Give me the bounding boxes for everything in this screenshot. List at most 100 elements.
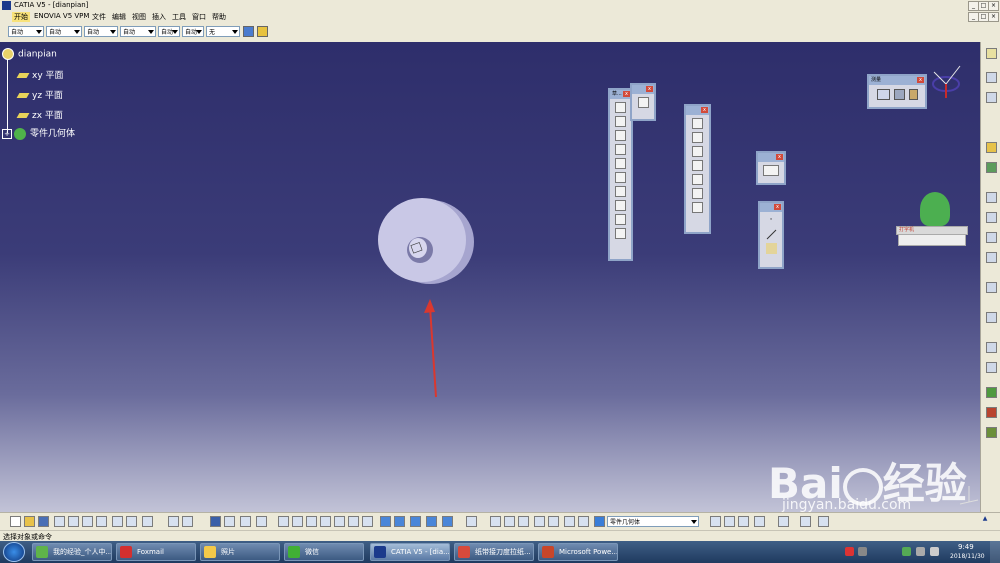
tool-icon[interactable] <box>986 92 997 103</box>
measure-between-icon[interactable] <box>877 89 890 100</box>
doc-close-button[interactable]: × <box>988 12 999 22</box>
grid-icon[interactable] <box>986 232 997 243</box>
typing-widget-buttons[interactable] <box>898 234 966 246</box>
layer-combo[interactable]: 无 <box>206 26 240 37</box>
menu-help[interactable]: 帮助 <box>212 12 226 22</box>
tray-icon[interactable] <box>916 547 925 556</box>
measure-inertia-icon[interactable] <box>909 89 918 100</box>
menu-tools[interactable]: 工具 <box>172 12 186 22</box>
toolbar-close-button[interactable]: x <box>776 154 783 160</box>
tree-root[interactable]: dianpian <box>2 48 57 60</box>
comment-icon[interactable] <box>182 516 193 527</box>
taskbar-button[interactable]: Microsoft Powe... <box>538 543 618 561</box>
rotate-icon[interactable] <box>320 516 331 527</box>
formula-icon[interactable] <box>168 516 179 527</box>
tool-icon[interactable] <box>986 342 997 353</box>
toolbar-close-button[interactable]: x <box>701 107 708 113</box>
redo-icon[interactable] <box>126 516 137 527</box>
pad-icon[interactable] <box>615 116 626 127</box>
sketch-icon[interactable] <box>615 102 626 113</box>
zoom-in-icon[interactable] <box>334 516 345 527</box>
tree-item-zx-plane[interactable]: zx 平面 <box>16 108 63 121</box>
tool-icon[interactable] <box>724 516 735 527</box>
new-icon[interactable] <box>10 516 21 527</box>
menu-start[interactable]: 开始 <box>12 12 30 22</box>
edge-fillet-icon[interactable] <box>692 118 703 129</box>
tool-icon[interactable] <box>754 516 765 527</box>
draft-icon[interactable] <box>692 146 703 157</box>
apply-material-icon[interactable] <box>763 165 779 176</box>
remove-face-icon[interactable] <box>692 202 703 213</box>
cut-icon[interactable] <box>68 516 79 527</box>
tool-icon[interactable] <box>256 516 267 527</box>
tool-icon[interactable] <box>710 516 721 527</box>
expand-icon[interactable]: + <box>2 128 12 139</box>
tool-icon[interactable] <box>738 516 749 527</box>
paste-icon[interactable] <box>96 516 107 527</box>
tool-icon[interactable] <box>986 212 997 223</box>
tool-icon[interactable] <box>224 516 235 527</box>
taskbar-button[interactable]: 我的经验_个人中... <box>32 543 112 561</box>
view-icon[interactable] <box>410 516 421 527</box>
compass-icon[interactable] <box>926 62 968 102</box>
print-icon[interactable] <box>54 516 65 527</box>
tool-icon[interactable] <box>986 72 997 83</box>
taskbar-button[interactable]: Foxmail <box>116 543 196 561</box>
tool-icon[interactable] <box>986 192 997 203</box>
line-icon[interactable] <box>766 229 777 240</box>
tool-icon[interactable] <box>986 282 997 293</box>
open-icon[interactable] <box>24 516 35 527</box>
line-weight-combo[interactable]: 自动 <box>84 26 118 37</box>
line-type-combo[interactable]: 自动 <box>120 26 156 37</box>
start-button[interactable] <box>3 542 25 562</box>
tree-item-xy-plane[interactable]: xy 平面 <box>16 68 64 81</box>
toolbar-close-button[interactable]: x <box>623 91 630 97</box>
menu-window[interactable]: 窗口 <box>192 12 206 22</box>
body-selector-combo[interactable]: 零件几何体 <box>607 516 699 527</box>
measure-item-icon[interactable] <box>894 89 905 100</box>
3d-viewport[interactable]: dianpian xy 平面 yz 平面 zx 平面 + 零件几何体 草... x … <box>0 42 980 512</box>
tool-icon[interactable] <box>240 516 251 527</box>
menu-view[interactable]: 视图 <box>132 12 146 22</box>
show-desktop-button[interactable] <box>990 541 1000 563</box>
loft-icon[interactable] <box>615 228 626 239</box>
tool-icon[interactable] <box>800 516 811 527</box>
taskbar-button[interactable]: 照片 <box>200 543 280 561</box>
tool-icon[interactable] <box>778 516 789 527</box>
tree-item-part-body[interactable]: + 零件几何体 <box>2 126 75 140</box>
volume-icon[interactable] <box>930 547 939 556</box>
menu-edit[interactable]: 编辑 <box>112 12 126 22</box>
tree-item-yz-plane[interactable]: yz 平面 <box>16 88 63 101</box>
shaft-icon[interactable] <box>615 144 626 155</box>
tool-icon[interactable] <box>534 516 545 527</box>
rib-icon[interactable] <box>615 186 626 197</box>
tool-icon[interactable] <box>986 362 997 373</box>
catalog-icon[interactable] <box>210 516 221 527</box>
color-combo[interactable]: 自动 <box>8 26 44 37</box>
shell-icon[interactable] <box>692 160 703 171</box>
tool-icon[interactable] <box>564 516 575 527</box>
tray-icon[interactable] <box>858 547 867 556</box>
tray-icon[interactable] <box>902 547 911 556</box>
view-icon[interactable] <box>380 516 391 527</box>
chamfer-icon[interactable] <box>692 132 703 143</box>
taskbar-button[interactable]: CATIA V5 - [dia... <box>370 543 450 561</box>
view-icon[interactable] <box>442 516 453 527</box>
transparency-combo[interactable]: 自动 <box>46 26 82 37</box>
copy-icon[interactable] <box>82 516 93 527</box>
tool-icon[interactable] <box>578 516 589 527</box>
positioned-sketch-icon[interactable] <box>637 97 649 108</box>
paintbrush-icon[interactable] <box>243 26 254 37</box>
save-icon[interactable] <box>38 516 49 527</box>
hole-icon[interactable] <box>615 172 626 183</box>
format-painter-icon[interactable] <box>257 26 268 37</box>
undo-icon[interactable] <box>112 516 123 527</box>
tool-icon[interactable] <box>986 427 997 438</box>
tool-icon[interactable] <box>818 516 829 527</box>
zoom-out-icon[interactable] <box>348 516 359 527</box>
menu-insert[interactable]: 插入 <box>152 12 166 22</box>
toolbar-grip-icon[interactable] <box>986 48 997 59</box>
close-button[interactable]: × <box>988 1 999 11</box>
point-symbol-combo[interactable]: 自动 <box>158 26 180 37</box>
taskbar-button[interactable]: 纸带接刀度拉纸... <box>454 543 534 561</box>
